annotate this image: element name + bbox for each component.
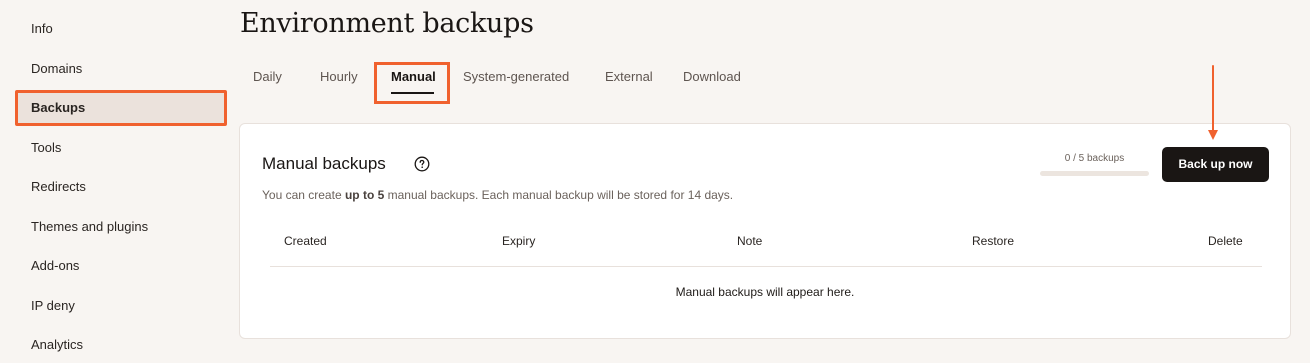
tab-daily[interactable]: Daily [253, 60, 282, 100]
sidebar-item-backups[interactable]: Backups [15, 90, 227, 126]
sidebar-item-redirects[interactable]: Redirects [15, 169, 227, 205]
desc-suffix: manual backups. Each manual backup will … [384, 188, 734, 202]
column-header-created: Created [284, 234, 327, 248]
backup-count-label: 0 / 5 backups [1064, 153, 1125, 164]
sidebar-item-analytics[interactable]: Analytics [15, 327, 227, 363]
sidebar: Info Domains Backups Tools Redirects The… [0, 0, 230, 359]
desc-limit: up to 5 [344, 188, 385, 202]
column-header-delete: Delete [1208, 234, 1243, 248]
manual-backups-card: Manual backups You can create up to 5 ma… [239, 123, 1291, 339]
sidebar-item-themes-and-plugins[interactable]: Themes and plugins [15, 209, 227, 245]
column-header-restore: Restore [972, 234, 1015, 248]
table-divider [270, 266, 1262, 267]
card-title: Manual backups [262, 154, 386, 173]
card-description: You can create up to 5 manual backups. E… [262, 188, 733, 202]
sidebar-item-ip-deny[interactable]: IP deny [15, 288, 227, 324]
back-up-now-button[interactable]: Back up now [1162, 147, 1269, 182]
tab-system-generated[interactable]: System-generated [463, 60, 569, 100]
sidebar-item-domains[interactable]: Domains [15, 51, 227, 87]
backup-count-bar [1040, 171, 1149, 176]
page-title: Environment backups [240, 8, 534, 39]
tab-highlight-box [374, 62, 450, 104]
sidebar-item-add-ons[interactable]: Add-ons [15, 248, 227, 284]
empty-state-message: Manual backups will appear here. [675, 285, 855, 299]
tab-hourly[interactable]: Hourly [320, 60, 358, 100]
desc-prefix: You can create [262, 188, 345, 202]
column-header-expiry: Expiry [502, 234, 536, 248]
sidebar-item-info[interactable]: Info [15, 11, 227, 47]
annotation-arrow-icon [1208, 65, 1218, 140]
tab-external[interactable]: External [605, 60, 653, 100]
tab-download[interactable]: Download [683, 60, 741, 100]
tab-bar: Daily Hourly Manual System-generated Ext… [240, 60, 840, 100]
sidebar-item-tools[interactable]: Tools [15, 130, 227, 166]
help-icon[interactable] [414, 156, 430, 172]
column-header-note: Note [737, 234, 763, 248]
